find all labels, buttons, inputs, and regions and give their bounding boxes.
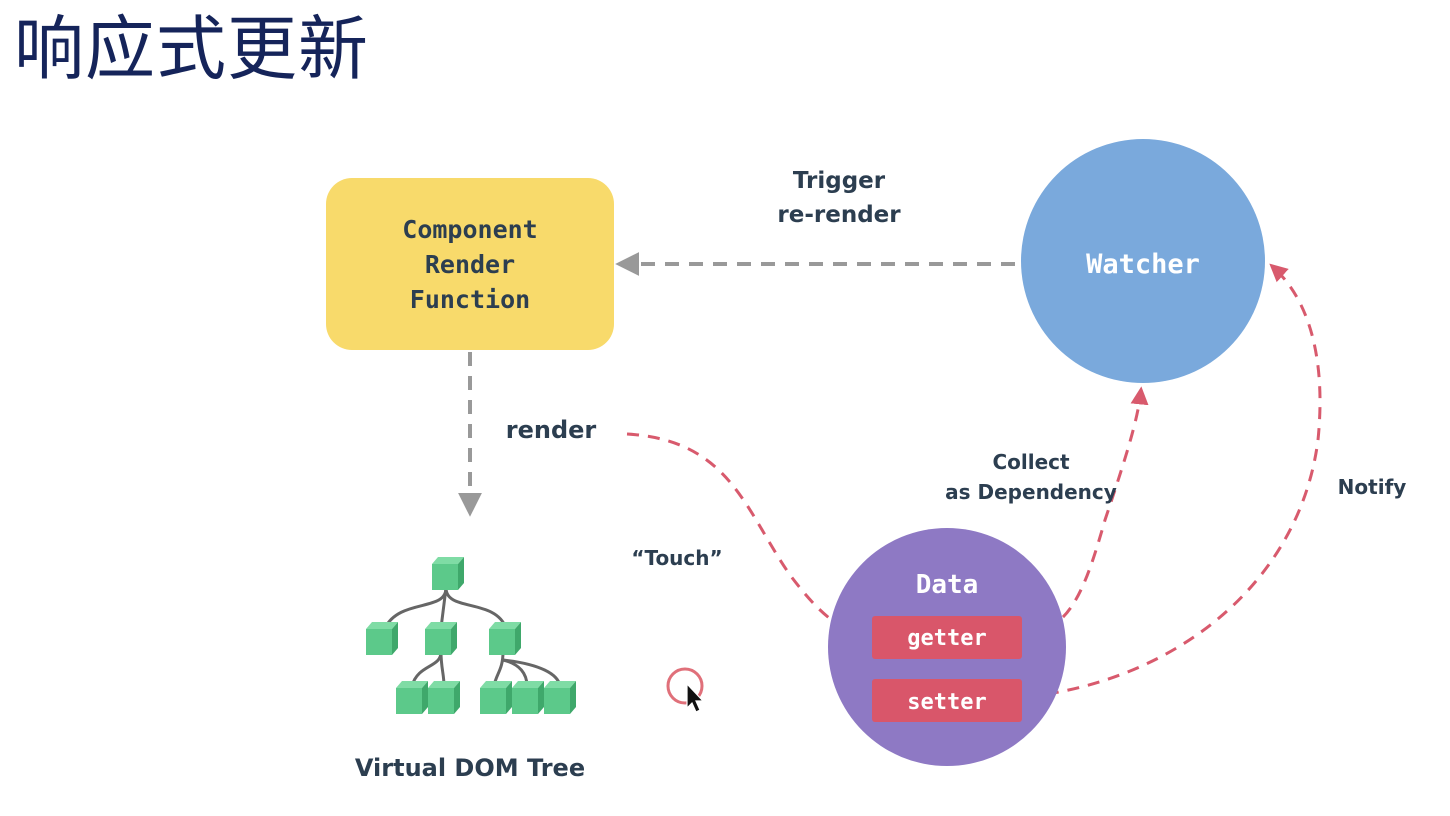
watcher-label: Watcher [1086,249,1200,280]
data-label: Data [916,570,979,600]
trigger-label-line-1: Trigger [793,168,886,194]
collect-label-line-2: as Dependency [945,480,1117,504]
touch-arrow [626,432,870,642]
reactivity-diagram: Component Render Function Watcher Data g… [326,139,1407,782]
vdom-cube [396,681,428,714]
getter-label: getter [907,626,986,651]
data-node: Data getter setter [828,528,1066,766]
vdom-cube [489,622,521,655]
vdom-cube [480,681,512,714]
collect-label-line-1: Collect [992,450,1070,474]
vdom-tree-icon [366,557,576,714]
render-function-line-1: Component [402,215,537,244]
mouse-cursor [666,667,705,713]
vdom-cube [366,622,398,655]
notify-label: Notify [1338,475,1407,499]
render-function-line-3: Function [410,285,530,314]
watcher-node: Watcher [1021,139,1265,383]
vdom-cube [432,557,464,590]
render-label: render [506,416,597,444]
vdom-label: Virtual DOM Tree [355,754,585,782]
vdom-cube [425,622,457,655]
render-function-node: Component Render Function [326,178,614,350]
vdom-cube [512,681,544,714]
vdom-cube [428,681,460,714]
setter-label: setter [907,690,986,715]
trigger-label-line-2: re-render [777,202,901,228]
touch-label: “Touch” [631,546,722,570]
vdom-cube [544,681,576,714]
render-function-line-2: Render [425,250,515,279]
